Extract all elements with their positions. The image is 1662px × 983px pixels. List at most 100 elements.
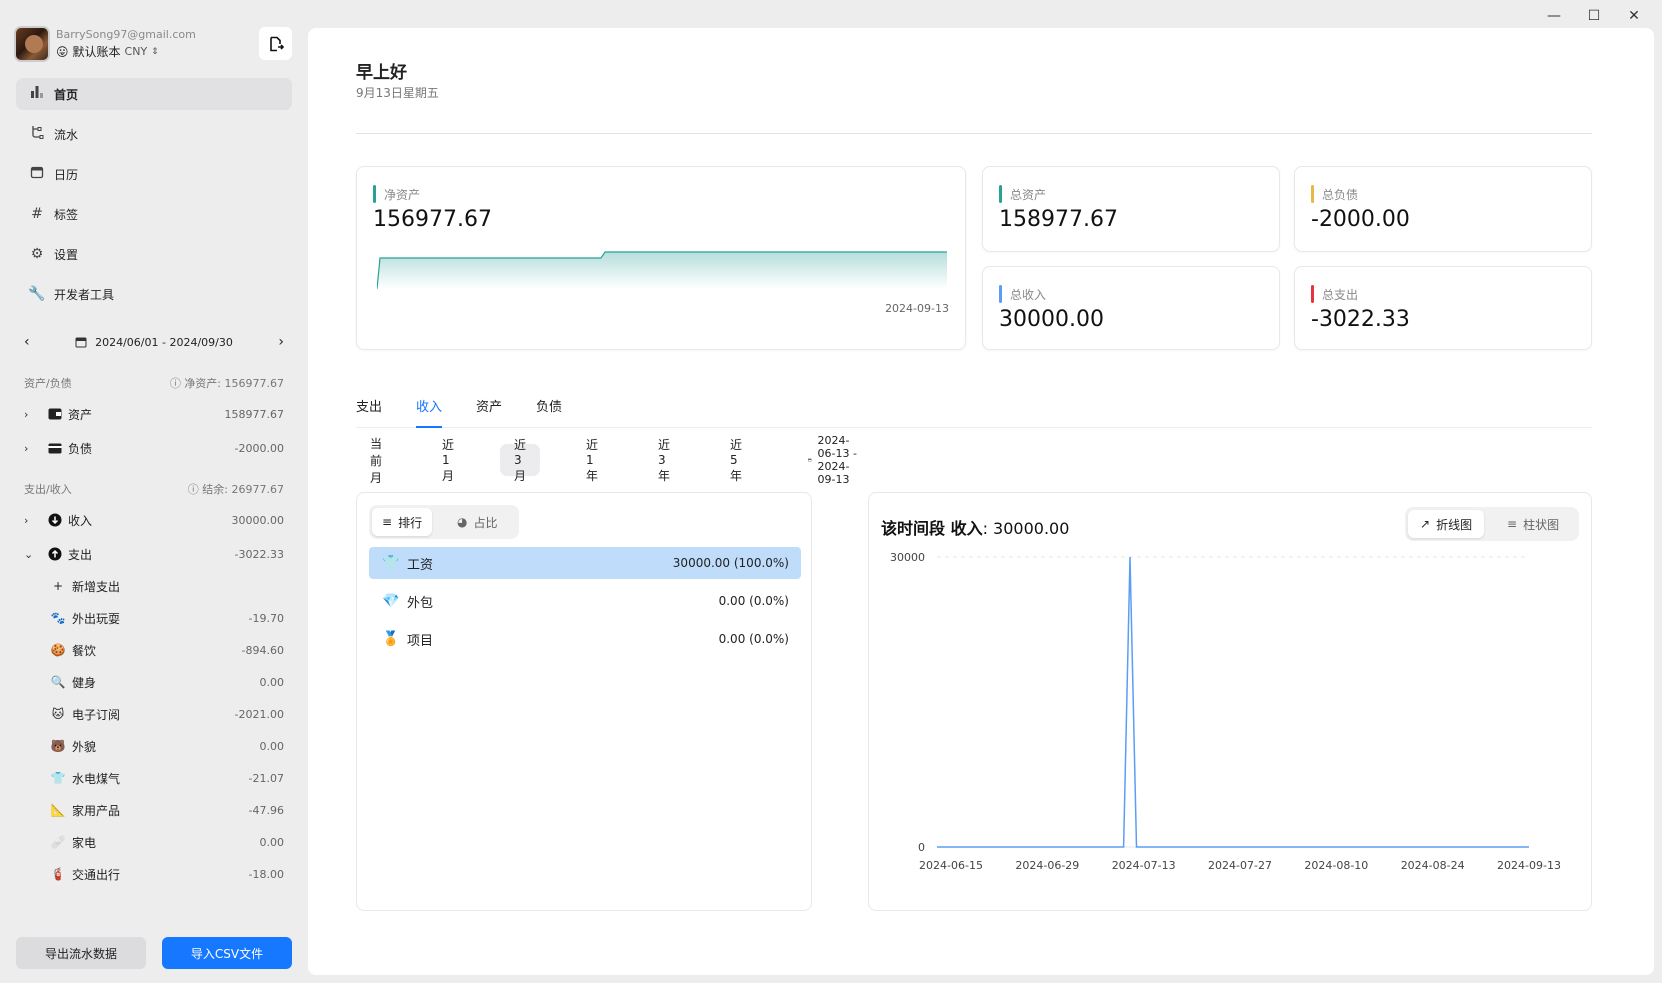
range-1-month[interactable]: 近1月	[428, 438, 468, 483]
range-current-month[interactable]: 当前月	[356, 437, 396, 485]
expense-item[interactable]: 📐 家用产品 -47.96	[50, 799, 284, 821]
card-date: 2024-09-13	[885, 302, 949, 315]
tab-assets[interactable]: 资产	[476, 396, 502, 428]
chevron-right-icon[interactable]: ›	[278, 334, 284, 350]
card-title: 总支出	[1322, 287, 1359, 302]
minimize-button[interactable]: —	[1534, 6, 1574, 26]
rank-row[interactable]: 💎 外包 0.00 (0.0%)	[369, 585, 801, 617]
rank-name: 外包	[407, 595, 434, 611]
section-summary: 净资产: 156977.67	[184, 377, 284, 390]
x-tick-label: 2024-06-15	[919, 859, 983, 872]
line-chart-tab[interactable]: ↗ 折线图	[1408, 510, 1485, 538]
expense-item[interactable]: 🐻 外貌 0.00	[50, 735, 284, 757]
accent-bar	[373, 185, 376, 203]
expense-item[interactable]: 🩹 家电 0.00	[50, 831, 284, 853]
expense-label: 餐饮	[72, 643, 97, 658]
sidebar: BarrySong97@gmail.com 😛 默认账本 CNY ⇕ 首页 流水…	[0, 0, 308, 983]
chevron-updown-icon: ⇕	[151, 46, 159, 57]
account-email: BarrySong97@gmail.com	[56, 28, 196, 41]
tree-row-assets[interactable]: › 资产 158977.67	[24, 403, 284, 425]
bar-chart-label: 柱状图	[1523, 517, 1560, 532]
accent-bar	[1311, 185, 1314, 203]
net-assets-sparkline	[377, 251, 947, 289]
nav-item-devtools[interactable]: 🔧 开发者工具	[16, 278, 292, 310]
date-range-text[interactable]: 2024/06/01 - 2024/09/30	[95, 336, 233, 349]
expense-label: 水电煤气	[72, 771, 121, 786]
chevron-right-icon[interactable]: ›	[24, 442, 40, 455]
card-title: 净资产	[384, 187, 421, 202]
arrow-up-circle-icon	[46, 547, 64, 561]
assets-section-header: 资产/负债 ⓘ 净资产: 156977.67	[24, 375, 284, 391]
range-3-years[interactable]: 近3年	[644, 438, 684, 483]
expense-value: -18.00	[248, 867, 284, 881]
tab-debt[interactable]: 负债	[536, 396, 562, 428]
flow-icon	[28, 125, 46, 143]
nav-item-calendar[interactable]: 日历	[16, 158, 292, 190]
expense-item[interactable]: 🧯 交通出行 -18.00	[50, 863, 284, 885]
nav-item-flow[interactable]: 流水	[16, 118, 292, 150]
expense-label: 外出玩耍	[72, 611, 121, 626]
range-dates-text: 2024-06-13 - 2024-09-13	[817, 434, 857, 486]
chart-title: 该时间段 收入: 30000.00	[881, 515, 1069, 539]
accent-bar	[999, 185, 1002, 203]
tree-row-expense[interactable]: ⌄ 支出 -3022.33	[24, 543, 284, 565]
chevron-right-icon[interactable]: ›	[24, 408, 40, 421]
range-date-picker[interactable]: 2024-06-13 - 2024-09-13	[808, 434, 858, 486]
import-csv-button[interactable]: 导入CSV文件	[162, 937, 292, 969]
rank-row[interactable]: 🏅 项目 0.00 (0.0%)	[369, 623, 801, 655]
maximize-button[interactable]: ☐	[1574, 6, 1614, 26]
tab-expense[interactable]: 支出	[356, 396, 382, 428]
section-title: 资产/负债	[24, 377, 72, 390]
rank-value: 0.00 (0.0%)	[718, 594, 789, 608]
cookie-icon: 🍪	[50, 643, 66, 657]
nav-label: 流水	[54, 127, 79, 142]
expense-item[interactable]: 🐱 电子订阅 -2021.00	[50, 703, 284, 725]
chevron-left-icon[interactable]: ‹	[24, 334, 30, 350]
nav-item-tags[interactable]: # 标签	[16, 198, 292, 230]
chevron-right-icon[interactable]: ›	[24, 514, 40, 527]
rank-tab[interactable]: ≡ 排行	[372, 508, 433, 536]
window-controls: — ☐ ✕	[1534, 6, 1654, 26]
range-1-year[interactable]: 近1年	[572, 438, 612, 483]
tab-income[interactable]: 收入	[416, 396, 443, 428]
bar-chart-tab[interactable]: ≡ 柱状图	[1495, 510, 1571, 538]
main-panel: 早上好 9月13日星期五 净资产 156977.67 2024-09-13 总资…	[308, 28, 1654, 975]
nav-item-home[interactable]: 首页	[16, 78, 292, 110]
bar-list-icon: ≡	[1507, 517, 1518, 531]
pie-icon: ◕	[457, 515, 468, 529]
tree-label: 资产	[68, 407, 93, 422]
io-section-header: 支出/收入 ⓘ 结余: 26977.67	[24, 481, 284, 497]
export-data-button[interactable]: 导出流水数据	[16, 937, 146, 969]
line-chart-label: 折线图	[1436, 517, 1473, 532]
rank-name: 工资	[407, 557, 434, 573]
tree-label: 支出	[68, 547, 93, 562]
expense-item[interactable]: 🐾 外出玩耍 -19.70	[50, 607, 284, 629]
nav-item-settings[interactable]: ⚙ 设置	[16, 238, 292, 270]
file-export-icon	[269, 36, 284, 51]
add-expense-label: 新增支出	[72, 579, 121, 594]
tree-row-debt[interactable]: › 负债 -2000.00	[24, 437, 284, 459]
rank-tab-label: 排行	[398, 515, 423, 530]
expense-item[interactable]: 👕 水电煤气 -21.07	[50, 767, 284, 789]
chart-title-value: : 30000.00	[982, 519, 1070, 538]
tree-label: 负债	[68, 441, 93, 456]
date-range-picker: ‹ 2024/06/01 - 2024/09/30 ›	[16, 330, 292, 354]
rank-view-toggle: ≡ 排行 ◕ 占比	[369, 505, 519, 539]
export-file-button[interactable]	[259, 27, 292, 60]
range-5-years[interactable]: 近5年	[716, 438, 756, 483]
chevron-down-icon[interactable]: ⌄	[24, 548, 40, 561]
income-line-chart: 0 30000 2024-06-15 2024-06-29 2024-07-13 2024…	[890, 551, 1561, 872]
calendar-icon	[75, 337, 87, 348]
expense-item[interactable]: 🍪 餐饮 -894.60	[50, 639, 284, 661]
close-button[interactable]: ✕	[1614, 6, 1654, 26]
tree-row-income[interactable]: › 收入 30000.00	[24, 509, 284, 531]
account-switcher[interactable]: BarrySong97@gmail.com 😛 默认账本 CNY ⇕	[14, 22, 294, 66]
share-tab[interactable]: ◕ 占比	[447, 508, 508, 536]
rank-row[interactable]: 👕 工资 30000.00 (100.0%)	[369, 547, 801, 579]
expense-item[interactable]: 🔍 健身 0.00	[50, 671, 284, 693]
add-expense-button[interactable]: + 新增支出	[50, 575, 284, 597]
chart-title-label: 该时间段 收入	[881, 519, 983, 538]
range-3-months[interactable]: 近3月	[500, 438, 541, 483]
total-debt-card: 总负债 -2000.00	[1294, 166, 1592, 252]
page-title: 早上好	[356, 63, 407, 83]
